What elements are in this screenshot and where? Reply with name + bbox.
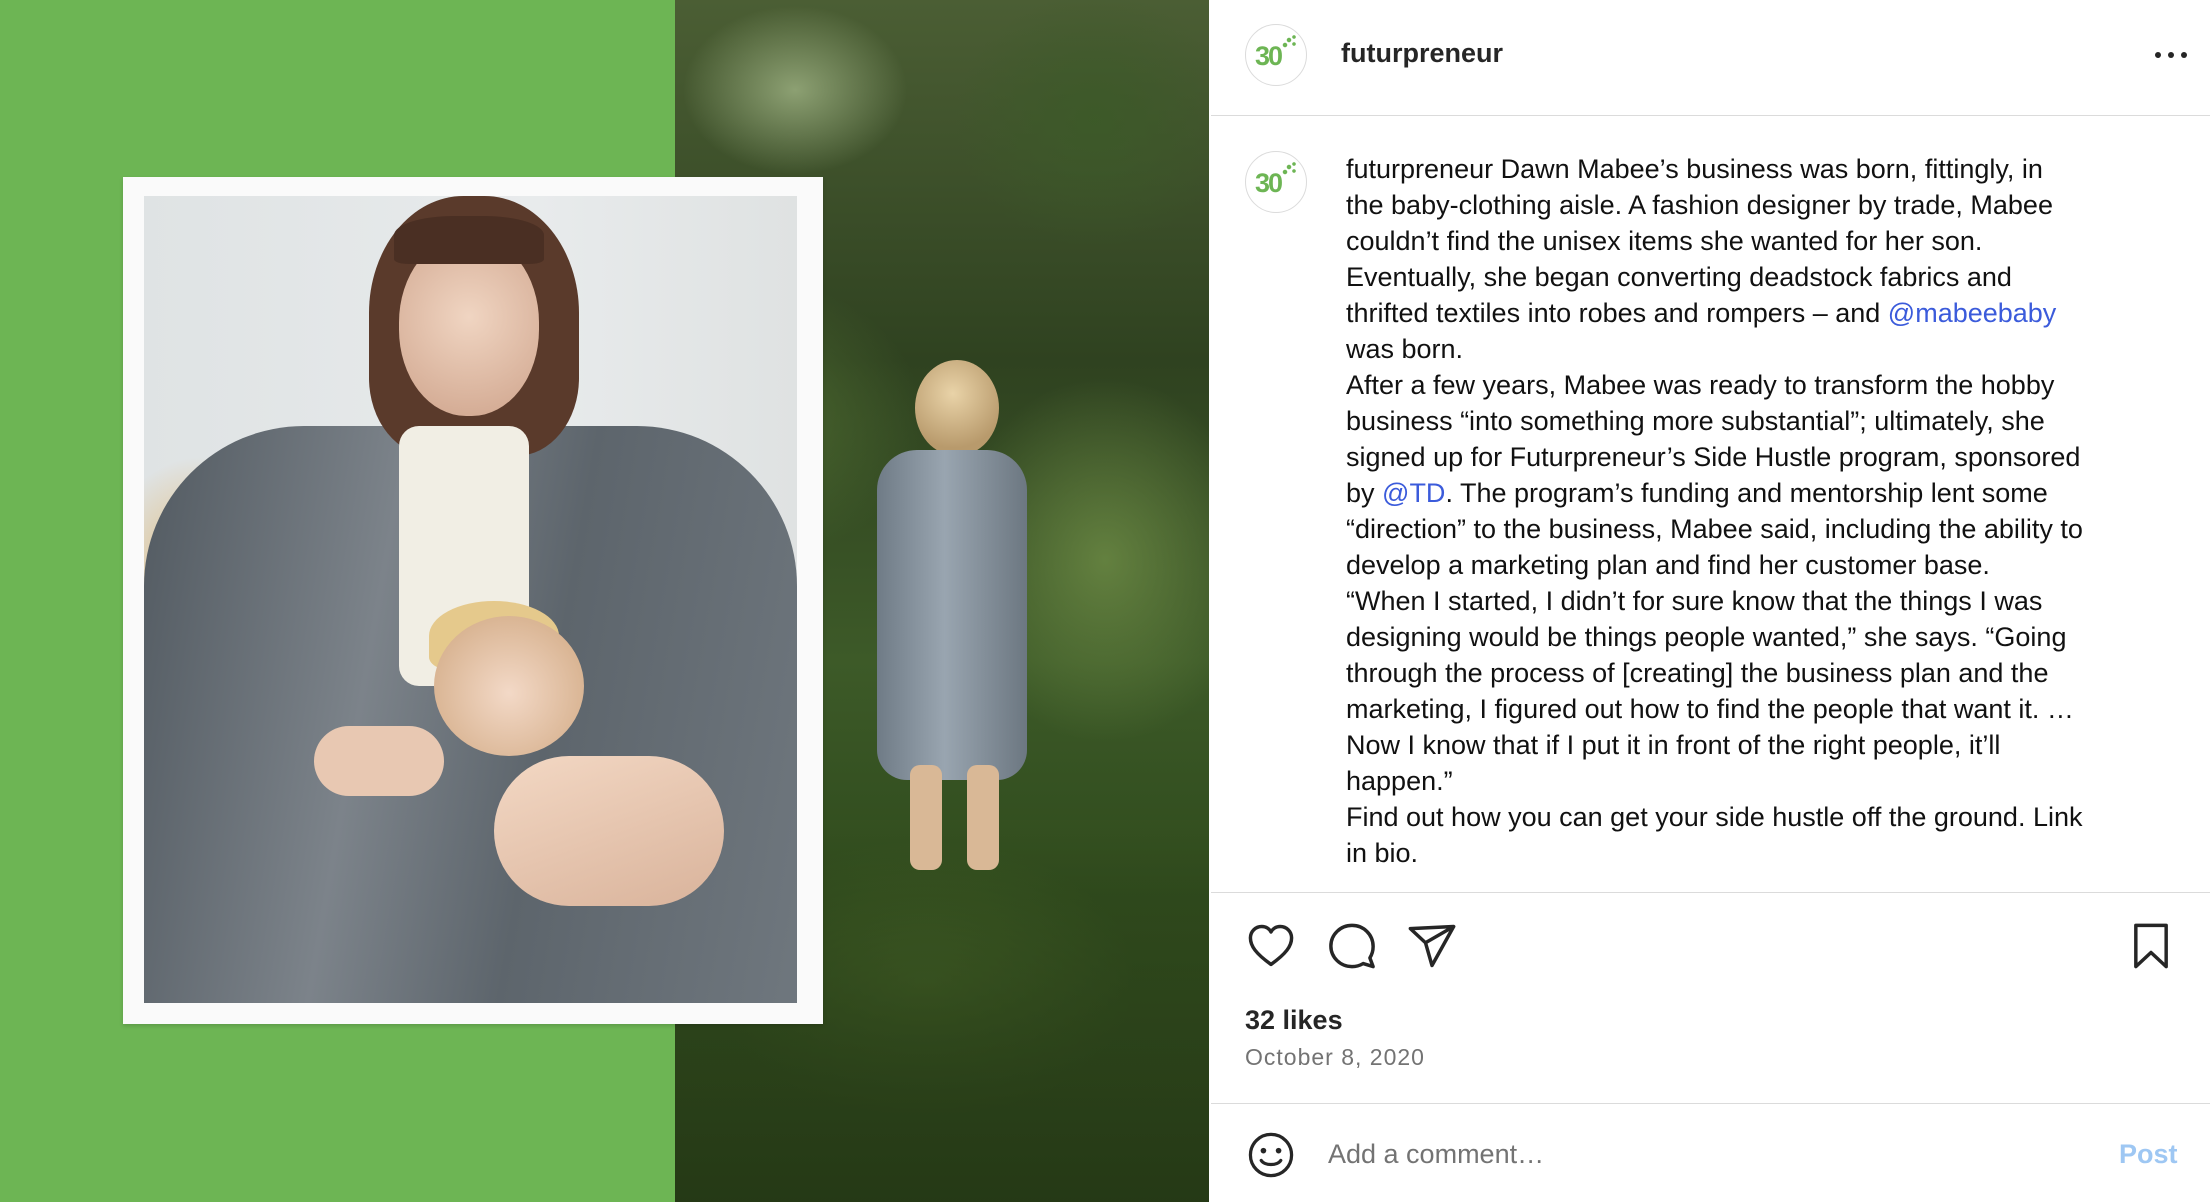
avatar[interactable]: 30 bbox=[1245, 24, 1307, 86]
child-leg bbox=[910, 765, 942, 870]
hands bbox=[314, 726, 444, 796]
heart-icon[interactable] bbox=[1245, 920, 1297, 972]
share-icon[interactable] bbox=[1406, 920, 1458, 972]
caption-line: happen.” bbox=[1346, 766, 1453, 796]
post-header: 30 futurpreneur bbox=[1211, 0, 2210, 116]
caption-line: marketing, I figured out how to find the… bbox=[1346, 694, 2074, 724]
mention-link[interactable]: @mabeebaby bbox=[1888, 298, 2057, 328]
caption-text: futurpreneur Dawn Mabee’s business was b… bbox=[1346, 151, 2176, 871]
caption-line: thrifted textiles into robes and rompers… bbox=[1346, 295, 2176, 331]
avatar-logo-text: 30 bbox=[1255, 168, 1283, 198]
child-leg bbox=[967, 765, 999, 870]
post-panel: 30 futurpreneur 30 futurpreneur Dawn Mab… bbox=[1211, 0, 2210, 1202]
caption-line: “When I started, I didn’t for sure know … bbox=[1346, 586, 2043, 616]
leg bbox=[494, 756, 724, 906]
mother-and-child-photo bbox=[144, 196, 797, 1003]
framed-photo bbox=[123, 177, 823, 1024]
caption-line: in bio. bbox=[1346, 838, 1419, 868]
caption-line: “direction” to the business, Mabee said,… bbox=[1346, 514, 2083, 544]
caption-line: Find out how you can get your side hustl… bbox=[1346, 802, 2083, 832]
caption-fragment: . The program’s funding and mentorship l… bbox=[1445, 478, 2048, 508]
action-bar: 32 likes October 8, 2020 bbox=[1211, 893, 2210, 1104]
like-count[interactable]: 32 likes bbox=[1245, 1005, 1343, 1036]
caption-line: was born. bbox=[1346, 334, 1464, 364]
caption-avatar[interactable]: 30 bbox=[1245, 151, 1307, 213]
caption-line: futurpreneur Dawn Mabee’s business was b… bbox=[1346, 154, 2043, 184]
avatar-logo-text: 30 bbox=[1255, 41, 1283, 71]
child-in-romper bbox=[855, 360, 1055, 880]
kid-head bbox=[434, 616, 584, 756]
post-comment-button[interactable]: Post bbox=[2119, 1139, 2178, 1170]
caption-line: couldn’t find the unisex items she wante… bbox=[1346, 226, 1983, 256]
caption-line: through the process of [creating] the bu… bbox=[1346, 658, 2049, 688]
caption-line: Now I know that if I put it in front of … bbox=[1346, 730, 2001, 760]
caption-line: After a few years, Mabee was ready to tr… bbox=[1346, 370, 2055, 400]
child-romper bbox=[877, 450, 1027, 780]
avatar-dots-icon bbox=[1282, 35, 1296, 49]
caption-line: signed up for Futurpreneur’s Side Hustle… bbox=[1346, 442, 2081, 472]
avatar-dots-icon bbox=[1282, 162, 1296, 176]
caption-line: develop a marketing plan and find her cu… bbox=[1346, 550, 1990, 580]
caption-fragment: by bbox=[1346, 478, 1383, 508]
post-date[interactable]: October 8, 2020 bbox=[1245, 1044, 1425, 1071]
caption-fragment: thrifted textiles into robes and rompers… bbox=[1346, 298, 1888, 328]
caption-line: business “into something more substantia… bbox=[1346, 406, 2045, 436]
caption-section: 30 futurpreneur Dawn Mabee’s business wa… bbox=[1211, 116, 2210, 893]
caption-line: Eventually, she began converting deadsto… bbox=[1346, 262, 2012, 292]
comment-icon[interactable] bbox=[1326, 920, 1378, 972]
woman-bangs bbox=[394, 216, 544, 264]
comment-input[interactable] bbox=[1326, 1130, 2070, 1178]
more-options-icon[interactable] bbox=[2151, 40, 2191, 70]
child-head bbox=[915, 360, 999, 456]
header-username[interactable]: futurpreneur bbox=[1341, 38, 1503, 69]
caption-line: the baby-clothing aisle. A fashion desig… bbox=[1346, 190, 2053, 220]
post-image[interactable] bbox=[0, 0, 1209, 1202]
caption-line: designing would be things people wanted,… bbox=[1346, 622, 2067, 652]
emoji-icon[interactable] bbox=[1245, 1129, 1297, 1181]
mention-link[interactable]: @TD bbox=[1382, 478, 1445, 508]
comment-bar: Post bbox=[1211, 1104, 2210, 1202]
caption-line: by @TD. The program’s funding and mentor… bbox=[1346, 475, 2176, 511]
bookmark-icon[interactable] bbox=[2125, 920, 2177, 972]
